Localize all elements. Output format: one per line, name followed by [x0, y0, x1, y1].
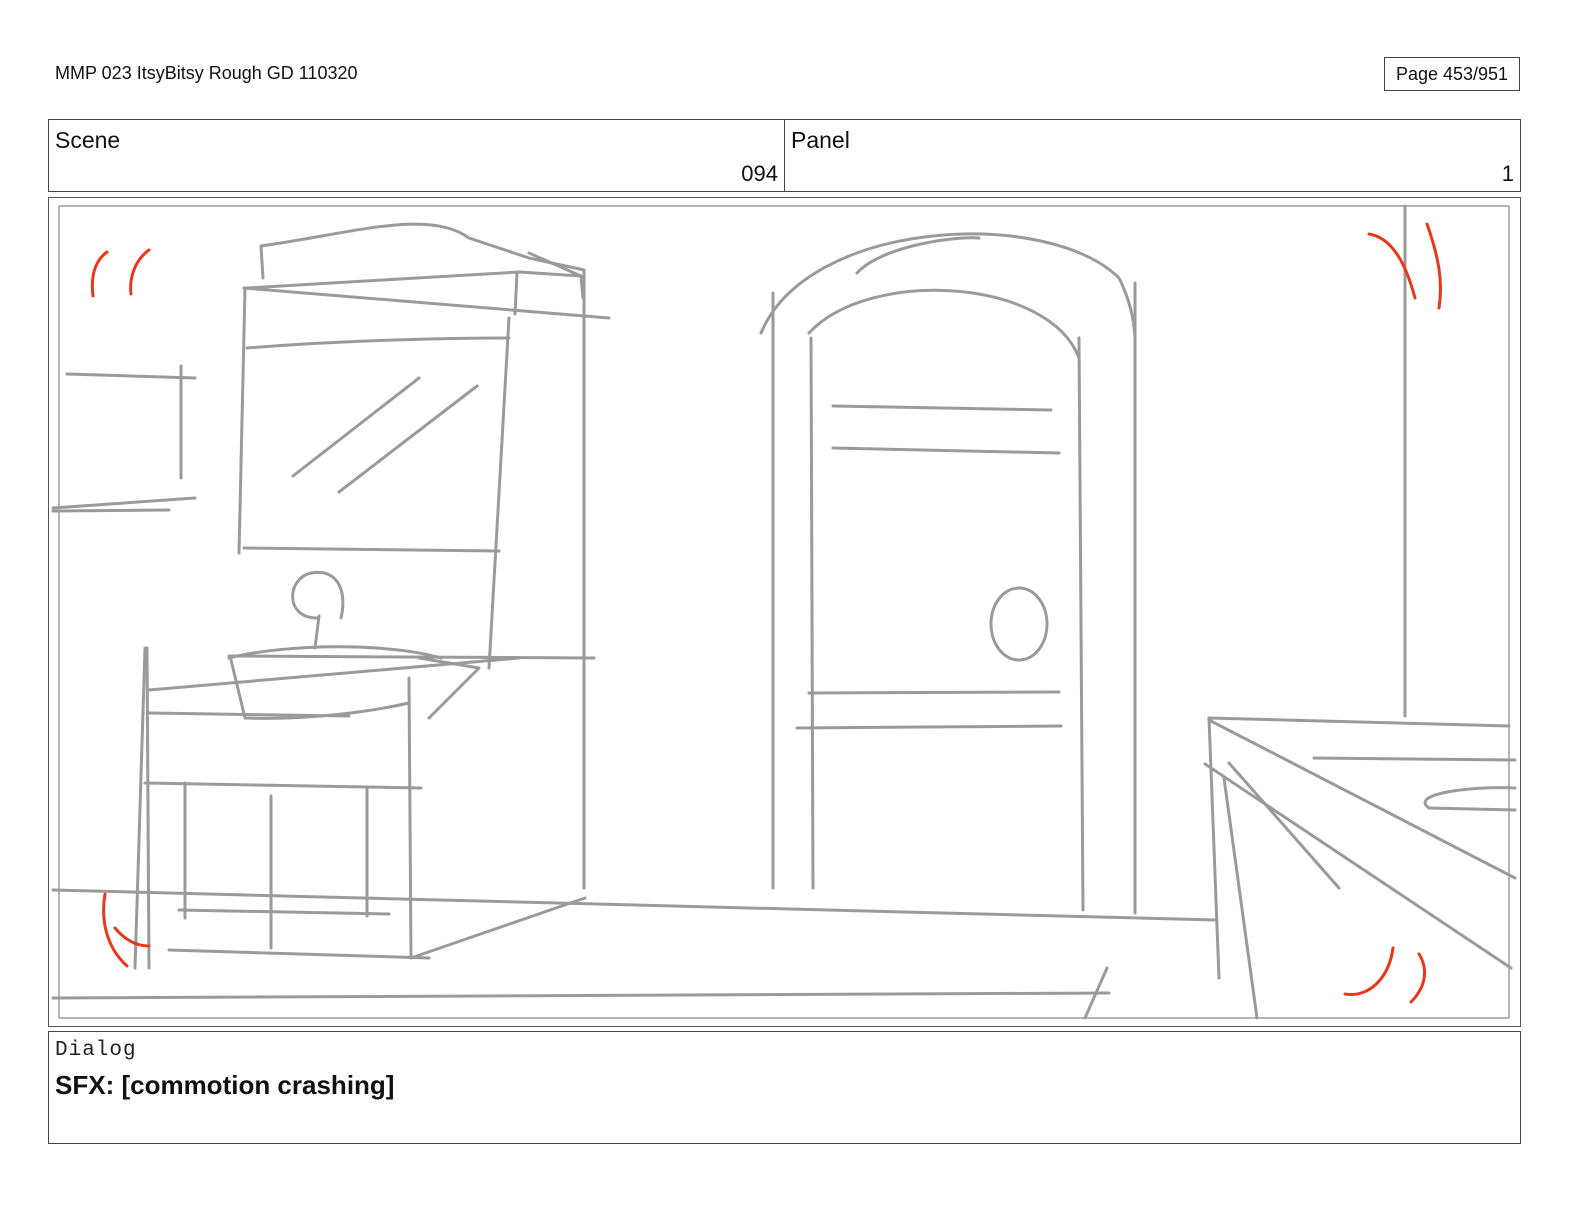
panel-cell: Panel 1: [784, 120, 1520, 191]
page-indicator: Page 453/951: [1384, 57, 1520, 91]
dialog-box: Dialog SFX: [commotion crashing]: [48, 1031, 1521, 1144]
scene-cell: Scene 094: [49, 120, 784, 191]
panel-number: 1: [1501, 161, 1514, 186]
scene-number: 094: [741, 161, 778, 186]
dialog-label: Dialog: [55, 1039, 137, 1062]
storyboard-sketch: [51, 204, 1517, 1020]
dialog-text: SFX: [commotion crashing]: [55, 1070, 395, 1100]
scene-label: Scene: [55, 127, 121, 153]
scene-panel-header: Scene 094 Panel 1: [48, 119, 1521, 192]
storyboard-panel: [48, 197, 1521, 1027]
sketch-lines: [51, 204, 1517, 1020]
document-title: MMP 023 ItsyBitsy Rough GD 110320: [55, 63, 358, 83]
panel-label: Panel: [791, 127, 850, 153]
